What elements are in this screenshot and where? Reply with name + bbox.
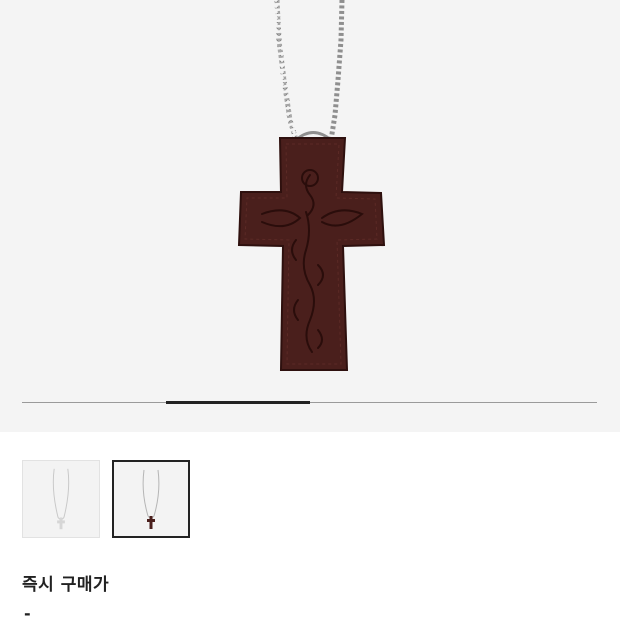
instant-buy-price-value: -	[24, 604, 31, 623]
thumbnail-brown-variant[interactable]	[112, 460, 190, 538]
silver-cross-necklace-icon	[52, 468, 70, 530]
thumbnail-list	[22, 460, 190, 538]
gallery-progress-indicator	[166, 401, 310, 404]
chain-left	[274, 0, 299, 141]
cross-pendant-image	[237, 0, 386, 371]
instant-buy-price-label: 즉시 구매가	[22, 575, 110, 595]
cross-shape	[237, 137, 386, 371]
product-image-gallery[interactable]	[0, 0, 620, 432]
thumbnail-silver-variant[interactable]	[22, 460, 100, 538]
brown-cross-necklace-icon	[142, 469, 160, 529]
chain-right	[328, 0, 345, 141]
